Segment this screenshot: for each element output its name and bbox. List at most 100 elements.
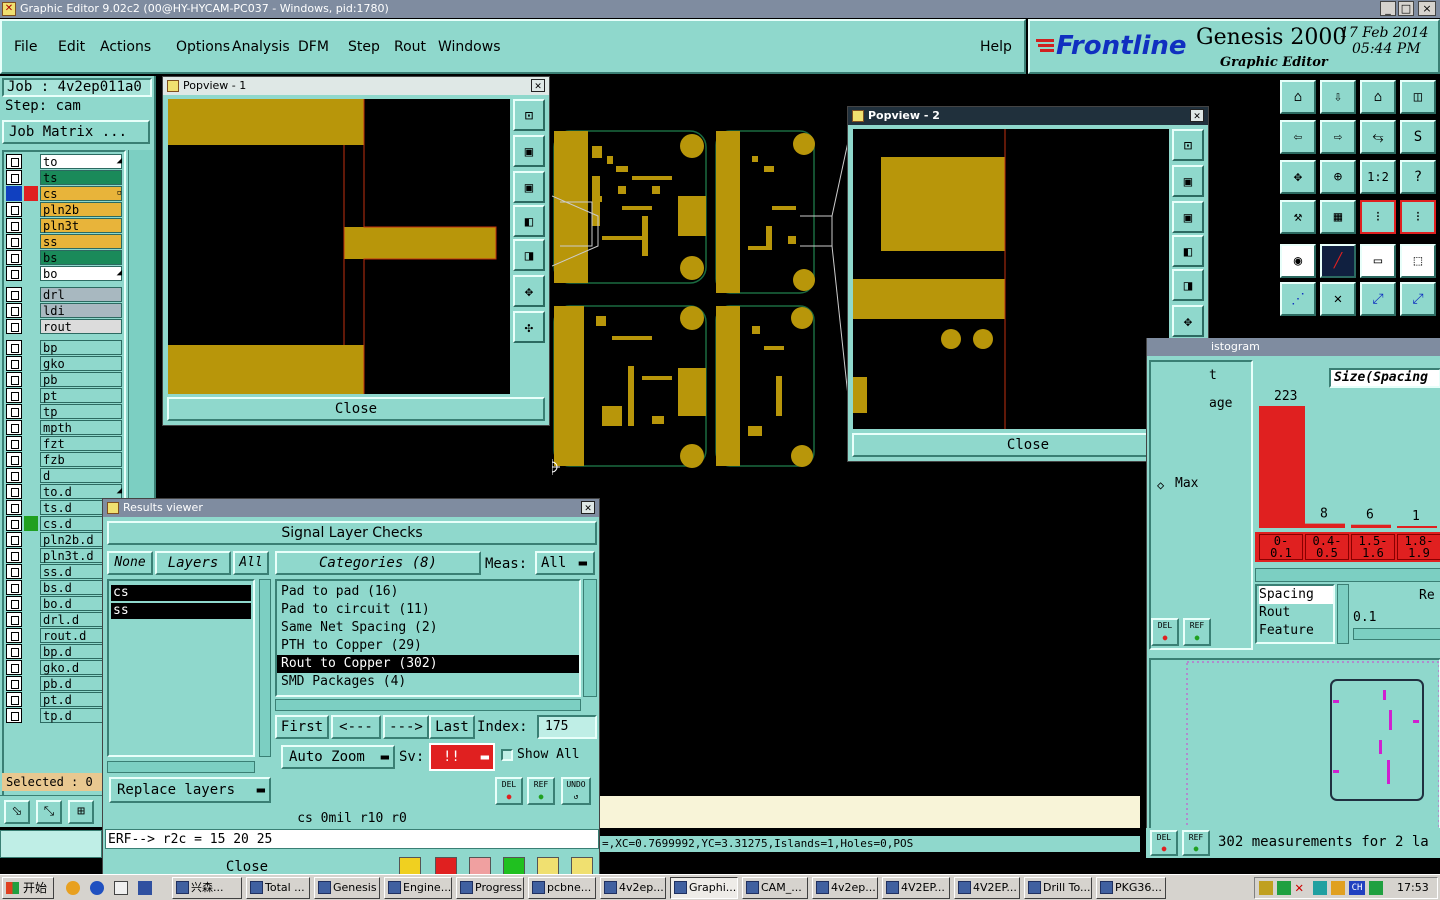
taskbar-button[interactable]: CAM_... [742,877,808,899]
list-item[interactable]: Feature [1259,622,1333,640]
layer-name[interactable]: bp [40,340,122,355]
layer-row[interactable]: fzt [6,436,124,451]
taskbar-button[interactable]: 4v2ep... [600,877,666,899]
undo-icon[interactable]: UNDO ↺ [561,777,591,805]
zoom-fit-icon[interactable]: ⊡ [513,99,545,131]
del-icon[interactable]: DEL ● [495,777,523,805]
category-item[interactable]: Rout to Copper (302) [277,655,579,673]
popview-2-close-icon[interactable]: ✕ [1190,109,1204,122]
category-item[interactable]: PTH to Copper (29) [277,637,579,655]
layer-row[interactable]: ldi [6,303,124,318]
tray-icon-4[interactable] [1313,881,1327,895]
taskbar-button[interactable]: 兴森... [172,877,242,899]
cross-icon[interactable]: ✕ [1320,282,1356,316]
ref-icon[interactable]: REF ● [527,777,555,805]
layer-row[interactable]: bo ◢ [6,266,124,281]
menu-step[interactable]: Step [348,39,380,55]
layer-name[interactable]: mpth [40,420,122,435]
menu-actions[interactable]: Actions [100,39,151,55]
popview-2-canvas[interactable] [853,129,1169,429]
list-item[interactable]: Spacing [1259,586,1333,604]
zoom-fit-icon[interactable]: ⊡ [1172,129,1204,161]
category-item[interactable]: Pad to circuit (11) [277,601,579,619]
auto-zoom-dropdown[interactable]: Auto Zoom ▬ [281,745,395,769]
globe-icon[interactable] [90,881,104,895]
tray-icon-2[interactable] [1277,881,1291,895]
layer-checkbox[interactable] [6,319,22,334]
taskbar-button[interactable]: Drill To... [1024,877,1092,899]
layer-checkbox[interactable] [6,218,22,233]
select-icon[interactable]: ◉ [1280,244,1316,278]
max-radio-icon[interactable]: ◇ [1157,478,1164,492]
layer-row[interactable]: pb [6,372,124,387]
language-icon[interactable]: CH [1349,881,1365,895]
popview-1-close-icon[interactable]: ✕ [531,79,545,92]
layer-checkbox[interactable] [6,692,22,707]
layer-checkbox[interactable] [6,388,22,403]
pan-up-icon[interactable]: ▣ [513,135,545,167]
ruler-icon[interactable]: ▭ [1360,244,1396,278]
pan-left-icon[interactable]: ◧ [1172,235,1204,267]
zoom-in-icon[interactable]: ✥ [1172,305,1204,337]
line-tool-icon[interactable]: ╱ [1320,244,1356,278]
grid-tool-icon[interactable]: ⊞ [68,800,94,824]
category-item[interactable]: SMD Packages (4) [277,673,579,691]
start-button[interactable]: 开始 [2,877,54,899]
layer-row[interactable]: to ◢ [6,154,124,169]
snap-icon[interactable]: ⁝ [1360,200,1396,234]
split-view-icon[interactable]: ◫ [1400,80,1436,114]
meas-dropdown[interactable]: All ▬ [535,551,595,575]
layer-name[interactable]: fzt [40,436,122,451]
ie-icon[interactable] [66,881,80,895]
taskbar-button[interactable]: Genesis [314,877,380,899]
mirror-icon[interactable]: ⥃ [1360,120,1396,154]
pan-right-icon[interactable]: ◨ [1172,269,1204,301]
layer-checkbox[interactable] [6,340,22,355]
connect-icon[interactable]: ⤢ [1360,282,1396,316]
layer-row[interactable]: bp [6,340,124,355]
next-button[interactable]: ---> [383,715,429,739]
maximize-button[interactable]: □ [1398,1,1414,16]
all-button[interactable]: All [233,551,269,575]
severity-dropdown[interactable]: !! ▬ [429,743,495,771]
layer-row[interactable]: rout [6,319,124,334]
layer-checkbox[interactable] [6,500,22,515]
pan-down-icon[interactable]: ▣ [1172,201,1204,233]
measure-tool-icon[interactable]: ⤡ [36,800,62,824]
layer-row[interactable]: pln3t [6,218,124,233]
layer-checkbox[interactable] [6,372,22,387]
download-icon[interactable]: ⇩ [1320,80,1356,114]
threshold-slider[interactable] [1353,628,1440,640]
box-select-icon[interactable]: ⬚ [1400,244,1436,278]
layer-name[interactable]: ss [40,234,122,249]
menu-windows[interactable]: Windows [438,39,501,55]
measure-type-list[interactable]: Spacing Rout Feature [1255,584,1335,644]
replace-layers-dropdown[interactable]: Replace layers ▬ [109,777,271,803]
show-all-checkbox[interactable] [501,749,513,761]
layer-name[interactable]: bs [40,250,122,265]
meas-ref-icon[interactable]: REF ● [1182,830,1210,856]
first-button[interactable]: First [275,715,329,739]
layer-name[interactable]: ldi [40,303,122,318]
taskbar-button[interactable]: Engine... [384,877,452,899]
taskbar-button[interactable]: Progress [456,877,524,899]
move-left-icon[interactable]: ⇦ [1280,120,1316,154]
tray-icon-6[interactable] [1369,881,1383,895]
layer-name[interactable]: pb [40,372,122,387]
pan-left-icon[interactable]: ◧ [513,205,545,237]
category-item[interactable]: Pad to pad (16) [277,583,579,601]
board-preview[interactable] [1149,658,1440,848]
category-scrollbar[interactable] [583,579,597,697]
fit-icon[interactable]: ✥ [1280,160,1316,194]
tray-icon-3[interactable]: ✕ [1295,881,1309,895]
meas-del-icon[interactable]: DEL ● [1150,830,1178,856]
list-scrollbar[interactable] [1337,584,1349,644]
layer-name[interactable]: pln3t [40,218,122,233]
command-field[interactable] [0,830,102,858]
grid-icon[interactable]: ▦ [1320,200,1356,234]
snake-icon[interactable]: S [1400,120,1436,154]
layer-checkbox[interactable] [6,170,22,185]
layer-checkbox[interactable] [6,303,22,318]
layer-name[interactable]: to [40,154,122,169]
center-icon[interactable]: ⊕ [1320,160,1356,194]
